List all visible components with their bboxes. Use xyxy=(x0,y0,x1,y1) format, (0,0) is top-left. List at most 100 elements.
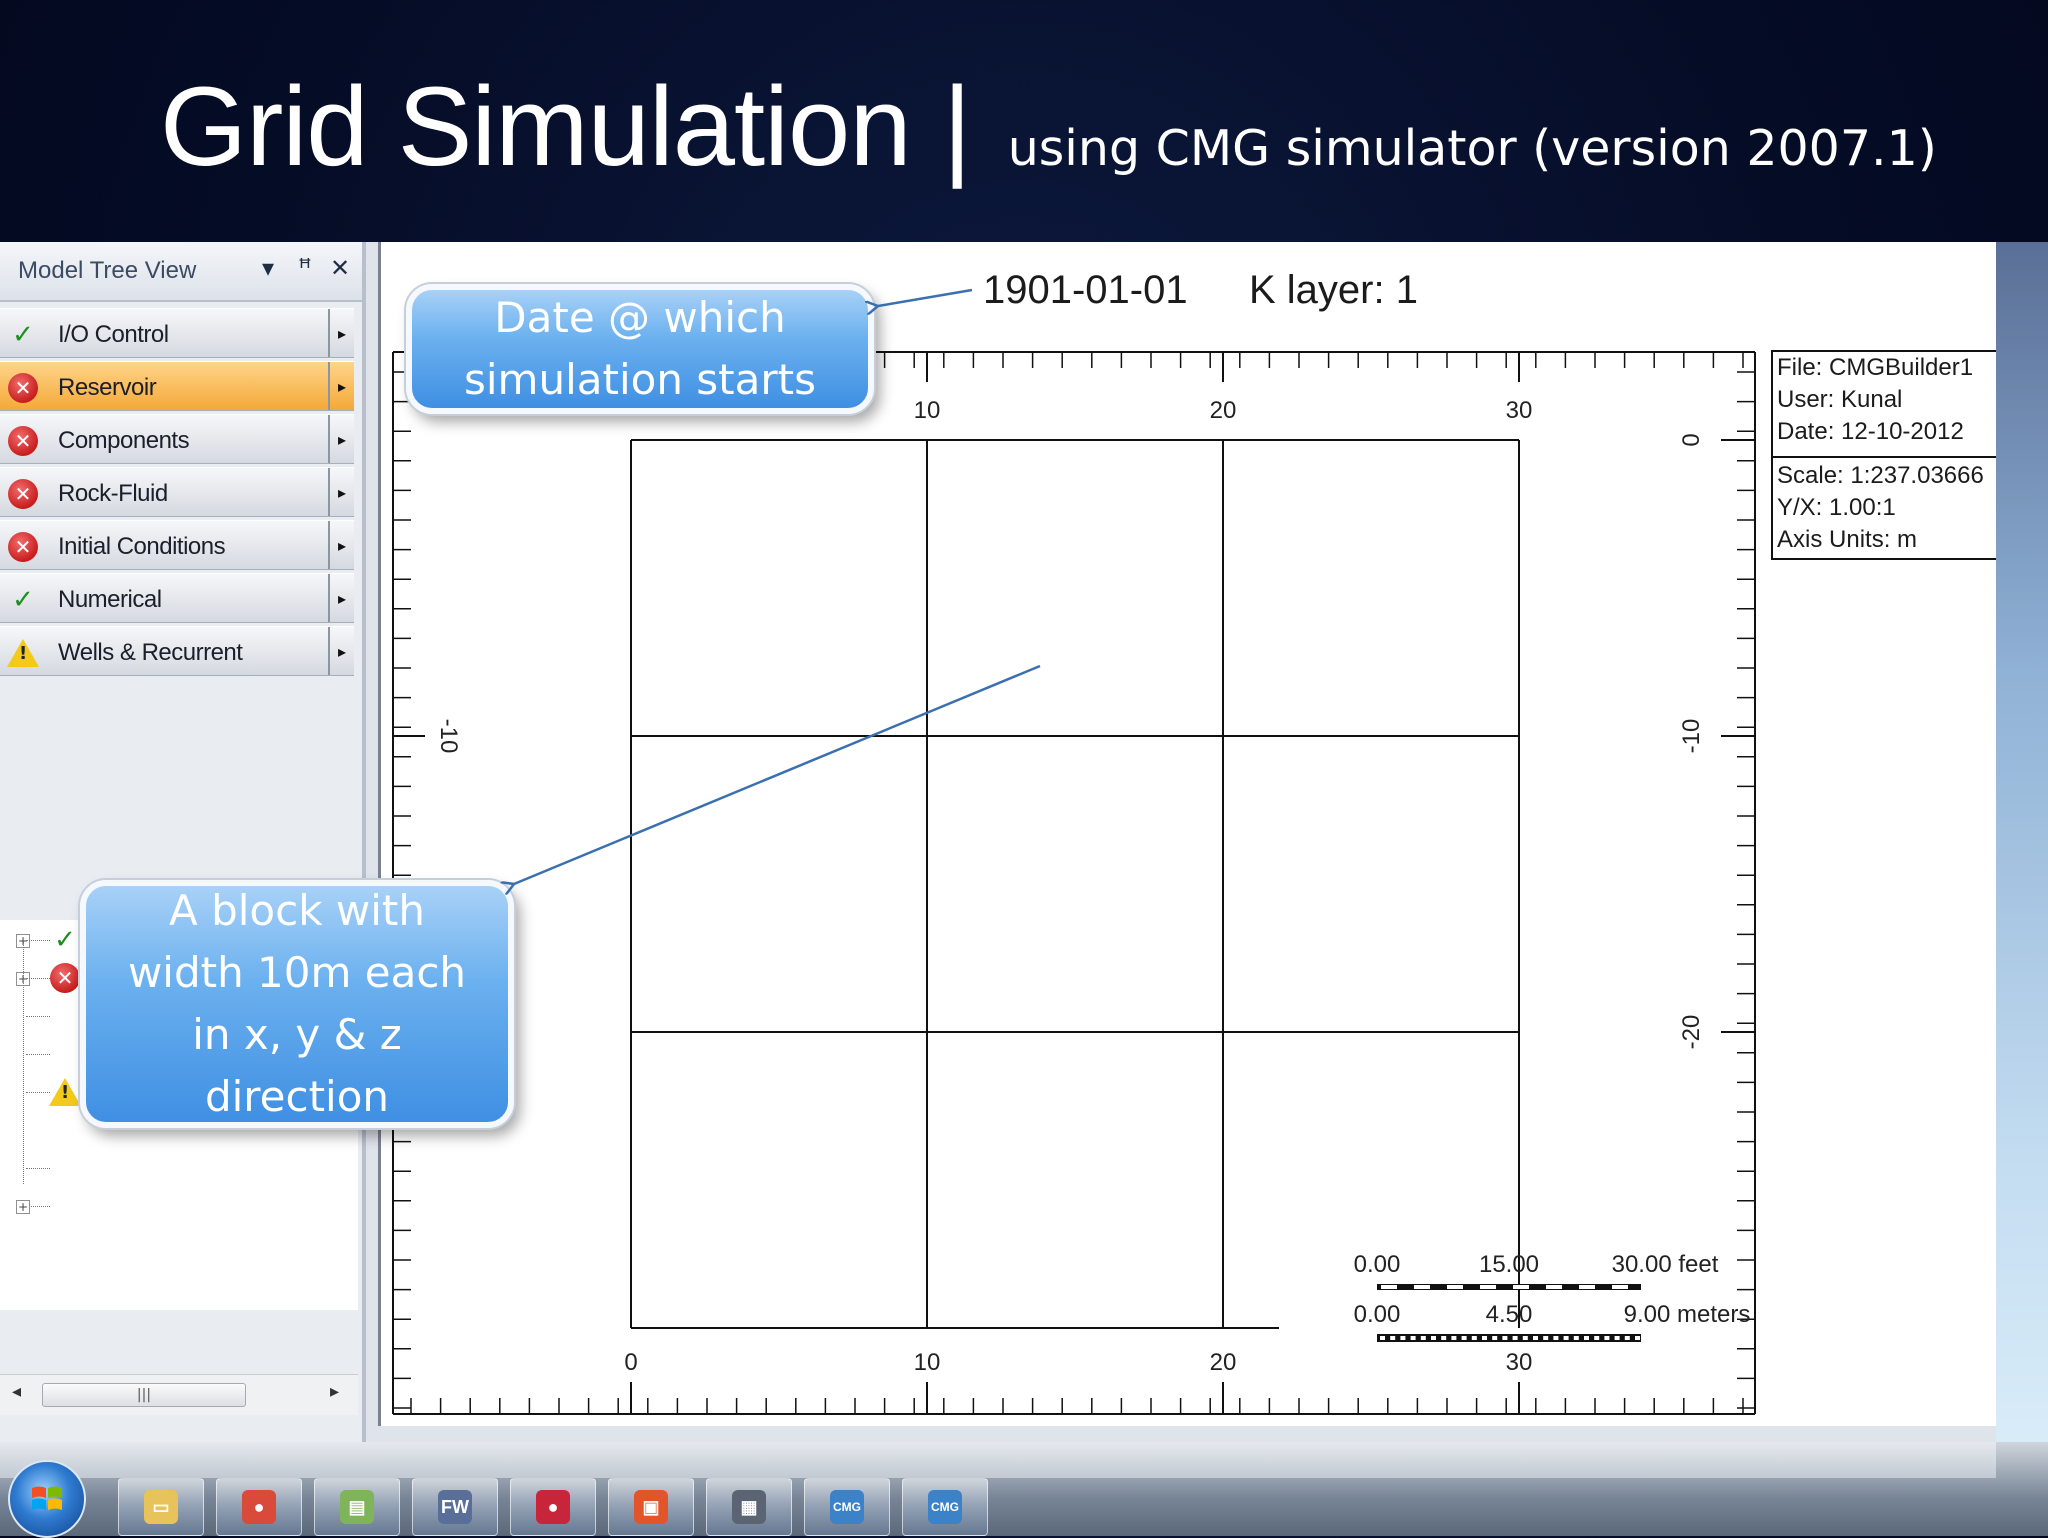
scalebar-meters-segment xyxy=(1584,1336,1589,1340)
scroll-left-icon[interactable]: ◂ xyxy=(12,1381,21,1402)
title-separator: | xyxy=(942,64,972,189)
nav-button-label: Reservoir xyxy=(58,374,157,401)
tree-item-partial[interactable] xyxy=(0,1150,358,1186)
tree-connector xyxy=(26,1168,50,1169)
title-subtitle: using CMG simulator (version 2007.1) xyxy=(1007,120,1937,177)
taskbar-button-explorer[interactable]: ▭ xyxy=(118,1478,204,1536)
tree-connector-line xyxy=(23,942,24,1184)
grid-plot-svg: 10 20 30 0 10 20 30 0 -10 -20 -10 0.00 15.00 30.00 fe… xyxy=(392,351,1756,1415)
close-icon[interactable]: ✕ xyxy=(330,254,350,282)
scalebar-feet-segment xyxy=(1381,1285,1397,1289)
taskbar-button-media[interactable]: ● xyxy=(510,1478,596,1536)
nav-button-6[interactable]: ✓ Numerical ▸ xyxy=(0,573,354,623)
taskbar-button-chrome[interactable]: ● xyxy=(216,1478,302,1536)
nav-button-2[interactable]: ✕ Reservoir ▸ xyxy=(0,361,354,411)
callout-start-date: Date @ which simulation starts xyxy=(406,284,874,414)
dropdown-icon[interactable]: ▾ xyxy=(262,254,274,282)
nav-button-label: Wells & Recurrent xyxy=(58,639,243,666)
nav-button-label: Components xyxy=(58,427,190,454)
info-box-header: File: CMGBuilder1 User: Kunal Date: 12-1… xyxy=(1773,352,1996,458)
top-tick-label: 20 xyxy=(1210,397,1237,424)
taskbar-button-cmg-1[interactable]: CMG xyxy=(804,1478,890,1536)
scalebar-meters-segment xyxy=(1380,1336,1385,1340)
pin-icon[interactable]: ꟸ xyxy=(298,254,312,282)
chevron-right-icon[interactable]: ▸ xyxy=(328,415,354,463)
chevron-right-icon[interactable]: ▸ xyxy=(328,362,354,410)
tree-item-partial[interactable]: + xyxy=(0,1188,358,1224)
nav-button-5[interactable]: ✕ Initial Conditions ▸ xyxy=(0,520,354,570)
taskbar-button-files[interactable]: ▤ xyxy=(314,1478,400,1536)
scalebar-meters-segment xyxy=(1522,1336,1528,1340)
title-main: Grid Simulation xyxy=(160,64,912,189)
scalebar-meters-segment xyxy=(1573,1336,1579,1340)
scalebar-meters-segment xyxy=(1400,1336,1406,1340)
chevron-right-icon[interactable]: ▸ xyxy=(328,521,354,569)
nav-button-1[interactable]: ✓ I/O Control ▸ xyxy=(0,308,354,358)
nav-button-4[interactable]: ✕ Rock-Fluid ▸ xyxy=(0,467,354,517)
info-date: Date: 12-10-2012 xyxy=(1777,418,1964,445)
scalebar-feet-segment xyxy=(1579,1285,1595,1289)
scroll-thumb[interactable]: ||| xyxy=(42,1383,246,1407)
scalebar-meters-segment xyxy=(1533,1336,1538,1340)
chevron-right-icon[interactable]: ▸ xyxy=(328,627,354,675)
scalebar-meters-segment xyxy=(1451,1336,1457,1340)
scalebar-meters-segment xyxy=(1461,1336,1467,1340)
tree-connector xyxy=(26,1092,50,1093)
scalebar-feet-segment xyxy=(1414,1285,1430,1289)
scalebar-meters-segment xyxy=(1604,1336,1610,1340)
top-tick-label: 30 xyxy=(1506,397,1533,424)
nav-button-label: Rock-Fluid xyxy=(58,480,168,507)
error-icon: ✕ xyxy=(50,963,80,993)
bottom-tick-label: 30 xyxy=(1506,1349,1533,1376)
scalebar-meters-segment xyxy=(1614,1336,1620,1340)
app-window-icon: ▦ xyxy=(732,1490,766,1524)
error-icon: ✕ xyxy=(8,373,38,403)
chevron-right-icon[interactable]: ▸ xyxy=(328,574,354,622)
scalebar-feet-segment xyxy=(1480,1285,1496,1289)
expand-icon[interactable]: + xyxy=(16,1200,30,1214)
scalebar-meters-segment xyxy=(1431,1336,1436,1340)
nav-button-3[interactable]: ✕ Components ▸ xyxy=(0,414,354,464)
check-icon: ✓ xyxy=(54,925,76,955)
scalebar-meters-label: 9.00 meters xyxy=(1624,1301,1751,1328)
taskbar-button-cmg-2[interactable]: CMG xyxy=(902,1478,988,1536)
left-tick-label: -10 xyxy=(435,719,462,754)
check-icon: ✓ xyxy=(12,320,34,350)
nav-button-label: Numerical xyxy=(58,586,162,613)
panel-header: Model Tree View ▾ ꟸ ✕ xyxy=(0,242,362,302)
tree-connector xyxy=(26,1054,50,1055)
scalebar-meters-segment xyxy=(1563,1336,1569,1340)
scalebar-meters xyxy=(1377,1334,1641,1342)
scroll-right-icon[interactable]: ▸ xyxy=(330,1381,339,1402)
nav-button-label: Initial Conditions xyxy=(58,533,226,560)
bottom-tick-label: 20 xyxy=(1210,1349,1237,1376)
scalebar-meters-segment xyxy=(1420,1336,1426,1340)
info-axis-units: Axis Units: m xyxy=(1777,526,1918,553)
horizontal-scrollbar[interactable]: ◂ ||| ▸ xyxy=(0,1374,358,1415)
scalebar-feet-label: 15.00 xyxy=(1479,1251,1539,1278)
scalebar-feet-segment xyxy=(1513,1285,1529,1289)
taskbar-button-fw[interactable]: FW xyxy=(412,1478,498,1536)
tree-connector xyxy=(26,940,50,941)
windows-logo-icon xyxy=(32,1486,62,1510)
nav-button-label: I/O Control xyxy=(58,321,169,348)
scalebar-meters-segment xyxy=(1553,1336,1559,1340)
grid-plot-area[interactable]: 1901-01-01 K layer: 1 10 20 30 0 10 20 30 0 -10-… xyxy=(378,242,1996,1426)
right-tick-label: -10 xyxy=(1678,719,1705,754)
panel-title: Model Tree View xyxy=(18,257,197,284)
tree-connector xyxy=(26,978,50,979)
chevron-right-icon[interactable]: ▸ xyxy=(328,468,354,516)
taskbar-button-app-window[interactable]: ▦ xyxy=(706,1478,792,1536)
media-icon: ● xyxy=(536,1490,570,1524)
desktop-background-strip xyxy=(1996,242,2048,1478)
scalebar-feet-label: 0.00 xyxy=(1354,1251,1401,1278)
error-icon: ✕ xyxy=(8,479,38,509)
nav-button-7[interactable]: Wells & Recurrent ▸ xyxy=(0,626,354,676)
cmg-2-icon: CMG xyxy=(928,1490,962,1524)
start-button[interactable] xyxy=(8,1460,86,1538)
scalebar-meters-segment xyxy=(1635,1336,1640,1340)
taskbar-button-app-red[interactable]: ▣ xyxy=(608,1478,694,1536)
info-yx: Y/X: 1.00:1 xyxy=(1777,494,1896,521)
chevron-right-icon[interactable]: ▸ xyxy=(328,309,354,357)
scalebar-meters-segment xyxy=(1512,1336,1518,1340)
